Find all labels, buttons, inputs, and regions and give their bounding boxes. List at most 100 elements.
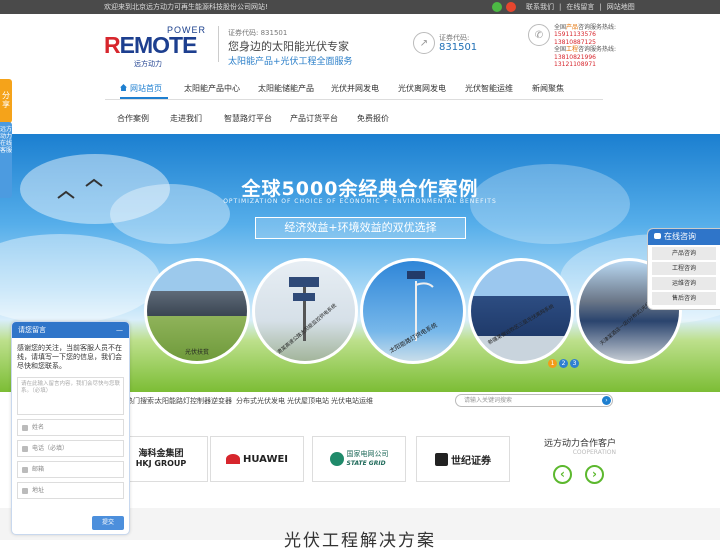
home-icon	[120, 84, 127, 91]
nav-cases[interactable]: 合作案例	[117, 113, 149, 124]
search-input[interactable]: 请输入关键词搜索 ›	[455, 394, 613, 407]
partner-name-en: HKJ GROUP	[135, 459, 187, 468]
welcome-text: 欢迎来到北京远方动力可再生能源科技股份公司网站!	[104, 3, 268, 11]
stock-code-small: 证券代码: 831501	[228, 29, 288, 37]
nav-quote[interactable]: 免费报价	[357, 113, 389, 124]
case-label: 光伏扶贫	[184, 349, 209, 356]
trend-up-icon: ↗	[413, 32, 435, 54]
nav-solar-products[interactable]: 太阳能产品中心	[184, 83, 240, 94]
case-item[interactable]: 甘肃某高速公路太阳能监控供电系统	[252, 258, 358, 364]
stock-number: 831501	[439, 42, 478, 53]
header-divider	[218, 26, 219, 62]
contact-link[interactable]: 联系我们	[526, 0, 554, 14]
banner-title: 全球5000余经典合作案例	[241, 178, 479, 200]
banner-subtitle: OPTIMIZATION OF CHOICE OF ECONOMIC + ENV…	[223, 198, 497, 205]
phone-number[interactable]: 13121108971	[554, 61, 616, 68]
nav-divider	[105, 99, 603, 100]
partners-next-button[interactable]: ›	[585, 465, 604, 484]
stock-label: 证券代码:	[439, 34, 470, 42]
stock-box: ↗ 证券代码: 831501	[413, 32, 477, 54]
partner-logo-huawei[interactable]: HUAWEI	[210, 436, 304, 482]
online-service-tab[interactable]: 远方动力在线客服	[0, 122, 12, 198]
search-placeholder: 请输入关键词搜索	[464, 397, 513, 404]
top-bar: 欢迎来到北京远方动力可再生能源科技股份公司网站! 联系我们 | 在线留言 | 网站地…	[0, 0, 720, 14]
partner-name: 海科金集团	[138, 449, 184, 459]
phone-list: 全国产品咨询服务热线: 15911133576 13810887125 全国工程…	[554, 24, 617, 69]
page-dot[interactable]: 3	[570, 359, 579, 368]
message-intro: 感谢您的关注，当前客服人员不在线，请填写一下您的信息，我们会尽快和您联系。	[17, 344, 122, 370]
case-item[interactable]: 新疆某偏远牧区三层光伏离网系统	[468, 258, 574, 364]
name-field[interactable]: 姓名	[17, 419, 124, 436]
consult-engineering[interactable]: 工程咨询	[652, 262, 716, 275]
nav-grid-tied[interactable]: 光伏并网发电	[331, 83, 379, 94]
phone-number[interactable]: 13810821996	[554, 54, 616, 61]
cloud	[0, 234, 160, 324]
phone-icon: ✆	[528, 24, 550, 46]
search-button[interactable]: ›	[602, 396, 611, 405]
consult-header[interactable]: 在线咨询	[648, 229, 720, 245]
consult-om[interactable]: 运维咨询	[652, 277, 716, 290]
globe-icon	[329, 452, 344, 466]
case-item[interactable]: 光伏扶贫	[144, 258, 250, 364]
phone-icon	[22, 445, 28, 452]
partners-title: 远方动力合作客户	[543, 439, 616, 449]
partners-prev-button[interactable]: ‹	[553, 465, 572, 484]
mail-icon	[22, 466, 28, 473]
phone-box: ✆ 全国产品咨询服务热线: 15911133576 13810887125 全国…	[528, 24, 616, 68]
partner-name: HUAWEI	[242, 453, 289, 465]
partner-name: 世纪证券	[451, 455, 491, 467]
share-tab[interactable]: 分享	[0, 79, 12, 123]
nav-streetlight-platform[interactable]: 智慧路灯平台	[224, 113, 272, 124]
hot-search-item[interactable]: 光伏屋顶电站	[287, 396, 329, 406]
wechat-icon[interactable]	[492, 2, 502, 12]
hot-search-label: 热门搜索:	[126, 397, 157, 405]
huawei-icon	[225, 454, 240, 464]
message-textarea[interactable]: 请在此输入留言内容，我们会尽快与您联系。（必填）	[17, 377, 124, 415]
partner-name-en: STATE GRID	[346, 460, 386, 467]
minimize-button[interactable]: —	[116, 322, 123, 338]
message-header: 请您留言 —	[12, 322, 129, 338]
page-dot[interactable]: 2	[559, 359, 568, 368]
tagline: 太阳能产品+光伏工程全面服务	[228, 57, 353, 67]
chat-icon	[654, 233, 661, 239]
nav-off-grid[interactable]: 光伏离网发电	[398, 83, 446, 94]
partner-logo-stategrid[interactable]: 国家电网公司 STATE GRID	[312, 436, 406, 482]
location-icon	[22, 487, 28, 494]
nav-smart-om[interactable]: 光伏智能运维	[465, 83, 513, 94]
logo[interactable]: POWER REMOTE 远方动力	[104, 25, 206, 68]
hot-search-item[interactable]: 太阳能路灯控制器	[155, 396, 211, 406]
phone-field[interactable]: 电话（必填）	[17, 440, 124, 457]
sitemap-link[interactable]: 网站地图	[607, 0, 635, 14]
consult-product[interactable]: 产品咨询	[652, 247, 716, 260]
main-nav: 网站首页 太阳能产品中心 太阳能储能产品 光伏并网发电 光伏离网发电 光伏智能运…	[0, 77, 720, 99]
slogan: 您身边的太阳能光伏专家	[228, 40, 349, 53]
case-item[interactable]: 太阳能路灯供电系统	[360, 258, 466, 364]
page-dot[interactable]: 1	[548, 359, 557, 368]
nav-about[interactable]: 走进我们	[170, 113, 202, 124]
partners-subtitle: COOPERATION	[572, 449, 616, 456]
weibo-icon[interactable]	[506, 2, 516, 12]
email-field[interactable]: 邮箱	[17, 461, 124, 478]
carousel-pagination: 1 2 3	[548, 359, 579, 368]
nav-storage-products[interactable]: 太阳能储能产品	[258, 83, 314, 94]
partners-heading: 远方动力合作客户 COOPERATION	[536, 436, 616, 456]
hot-search-item[interactable]: 光伏电站运维	[331, 396, 373, 406]
submit-button[interactable]: 提交	[92, 516, 124, 530]
hot-search-item[interactable]: 逆变器	[211, 396, 232, 406]
user-icon	[22, 424, 28, 431]
nav-news[interactable]: 新闻聚焦	[532, 83, 564, 94]
nav-home[interactable]: 网站首页	[120, 83, 162, 94]
logo-brand: REMOTE	[104, 32, 197, 58]
hot-search-item[interactable]: 分布式光伏发电	[236, 396, 285, 406]
banner-box: 经济效益+环境效益的双优选择	[255, 217, 466, 239]
top-links: 联系我们 | 在线留言 | 网站地图	[526, 0, 635, 14]
phone-number[interactable]: 15911133576	[554, 31, 616, 38]
consult-aftersale[interactable]: 售后咨询	[652, 292, 716, 305]
logo-cn: 远方动力	[134, 60, 162, 68]
social-icons	[492, 2, 516, 12]
address-field[interactable]: 地址	[17, 482, 124, 499]
century-icon	[435, 452, 448, 466]
message-link[interactable]: 在线留言	[566, 0, 594, 14]
nav-order-platform[interactable]: 产品订货平台	[290, 113, 338, 124]
partner-logo-century[interactable]: 世纪证券	[416, 436, 510, 482]
